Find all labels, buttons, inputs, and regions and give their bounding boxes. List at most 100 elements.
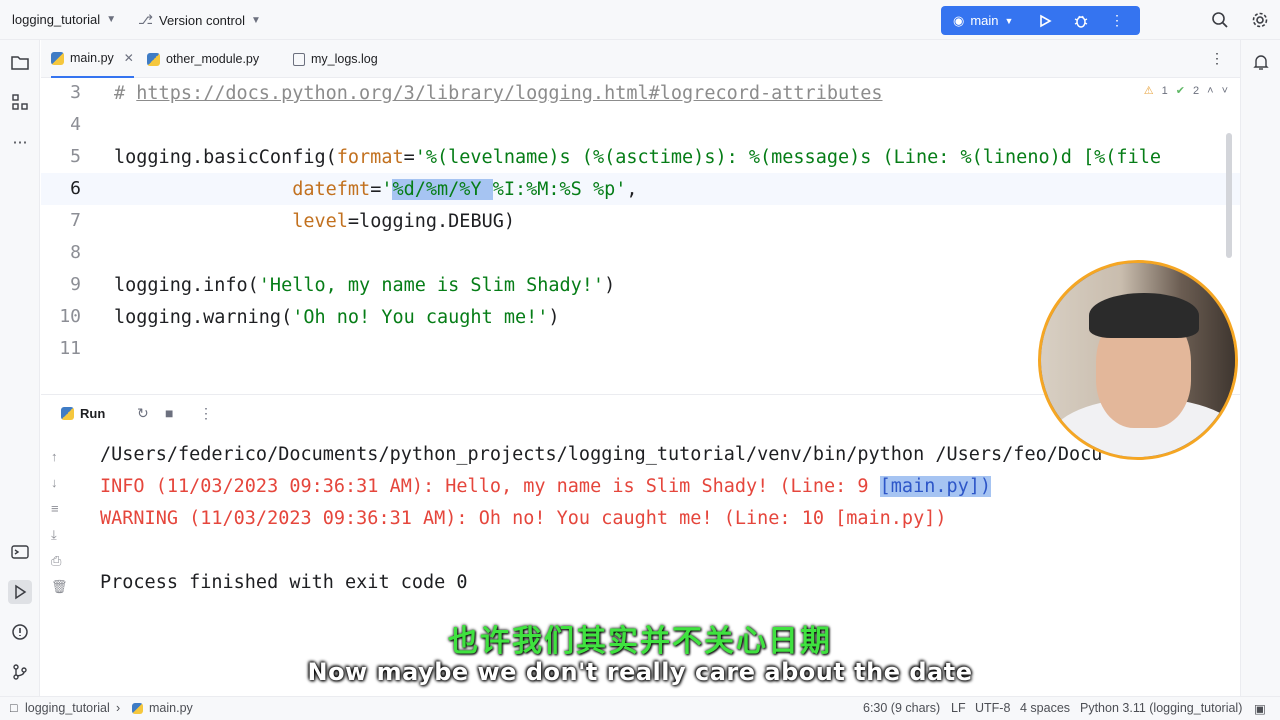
soft-wrap-icon[interactable]: ≡ [51,501,59,516]
breadcrumb-project-icon: □ [10,701,18,715]
code-line-9: logging.info('Hello, my name is Slim Sha… [114,270,615,302]
structure-tool-button[interactable] [10,92,30,112]
inspection-widget[interactable]: ⚠ 1 ✔ 2 ˄ ˅ [1143,84,1228,98]
debug-button[interactable] [1063,6,1099,35]
status-bar: □ logging_tutorial › main.py 6:30 (9 cha… [0,696,1280,720]
breadcrumb-separator: › [116,701,121,715]
stop-icon[interactable]: ■ [165,405,173,421]
chevron-down-icon: ▼ [1004,15,1014,26]
run-tool-button[interactable] [8,580,32,604]
console-command-text: /Users/federico/Documents/python_project… [100,444,1036,465]
code-operator: ) [604,275,616,296]
chevron-down-icon: ▼ [106,14,117,25]
tab-label: other_module.py [166,52,260,66]
run-config-selector[interactable]: ◉ main ▼ [941,13,1027,29]
code-string: 'Hello, my name is Slim Shady!' [258,275,605,296]
python-interpreter[interactable]: Python 3.11 (logging_tutorial) [1080,701,1242,715]
more-actions-button[interactable]: ⋮ [1099,6,1135,35]
more-horizontal-icon: ⋯ [12,134,28,151]
editor-scrollbar[interactable] [1226,133,1232,258]
code-string: '%(levelname)s (%(asctime)s): %(message)… [414,147,1161,168]
console-line-info: INFO (11/03/2023 09:36:31 AM): Hello, my… [100,471,992,503]
left-tool-window-bar: ⋯ [0,40,40,696]
chevron-down-icon[interactable]: ˅ [1222,85,1228,97]
console-line-warning: WARNING (11/03/2023 09:36:31 AM): Oh no!… [100,508,947,529]
close-icon[interactable]: ✕ [124,51,134,65]
chevron-up-icon[interactable]: ˄ [1207,85,1213,97]
line-number: 3 [70,82,81,103]
arrow-up-icon[interactable]: ↑ [51,449,58,464]
arrow-down-icon[interactable]: ↓ [51,475,58,490]
file-encoding[interactable]: UTF-8 [975,701,1010,715]
run-button[interactable] [1027,6,1063,35]
python-file-icon [132,703,143,717]
play-icon [1040,14,1052,27]
log-file-icon [293,52,305,66]
more-vertical-icon[interactable]: ⋮ [199,405,213,422]
tab-my-logs-log[interactable]: my_logs.log [293,40,378,78]
code-line-5: logging.basicConfig(format='%(levelname)… [114,142,1161,174]
chevron-down-icon: ▼ [250,14,261,26]
line-number: 4 [70,114,81,135]
webcam-overlay [1038,260,1238,460]
terminal-tool-button[interactable] [10,542,30,562]
line-number: 9 [70,274,81,295]
trash-icon[interactable]: 🗑 [51,579,68,595]
project-tool-button[interactable] [10,52,30,72]
console-output[interactable]: /Users/federico/Documents/python_project… [100,439,1102,593]
line-number: 5 [70,146,81,167]
docs-link[interactable]: https://docs.python.org/3/library/loggin… [136,83,882,104]
code-string: 'Oh no! You caught me!' [292,307,549,328]
project-selector[interactable]: logging_tutorial ▼ [12,12,116,27]
code-operator: , [626,179,638,200]
bug-icon [1074,15,1088,28]
rerun-icon[interactable]: ↻ [137,405,149,422]
vcs-label: Version control [158,12,245,28]
bell-icon [1253,55,1269,70]
code-operator: ) [548,307,560,328]
check-icon: ✔ [1175,85,1185,97]
code-keyword-arg: level [292,211,348,232]
breadcrumb-project[interactable]: logging_tutorial [25,701,110,715]
search-button[interactable] [1210,10,1230,30]
lock-icon[interactable]: ▣ [1254,701,1266,716]
comment-prefix: # [114,83,137,104]
scroll-to-end-icon[interactable]: ⤓ [51,527,57,543]
tabs-more-button[interactable]: ⋮ [1210,50,1224,67]
tab-other-module-py[interactable]: other_module.py [147,40,259,78]
breadcrumb-file[interactable]: main.py [149,701,193,715]
warning-icon: ⚠ [1143,85,1154,97]
more-tools-button[interactable]: ⋯ [10,132,30,152]
version-control-selector[interactable]: ⎇ Version control ▼ [138,12,261,28]
python-config-icon: ◉ [953,12,965,28]
warning-count: 1 [1161,84,1168,97]
title-bar: logging_tutorial ▼ ⎇ Version control ▼ ◉… [0,0,1280,40]
console-file-link[interactable]: [main.py]) [879,476,992,497]
run-tab[interactable]: Run [61,406,105,421]
caret-position[interactable]: 6:30 (9 chars) [863,701,940,715]
branch-icon: ⎇ [138,12,153,27]
indent-setting[interactable]: 4 spaces [1020,701,1070,715]
search-icon [1212,12,1228,28]
editor-tabs: main.py ✕ other_module.py my_logs.log ⋮ [41,40,1240,78]
line-number: 11 [59,338,81,359]
python-file-icon [61,407,74,420]
code-operator: = [370,179,382,200]
notifications-button[interactable] [1251,52,1271,72]
subtitle-chinese: 也许我们其实并不关心日期 [448,624,832,659]
print-icon[interactable]: ⎙ [51,553,61,569]
line-number: 10 [59,306,81,327]
settings-button[interactable] [1250,10,1270,30]
more-vertical-icon: ⋮ [1210,50,1224,66]
tab-main-py[interactable]: main.py ✕ [51,40,134,78]
code-function: logging.info( [114,275,259,296]
tab-label: main.py [70,51,114,65]
code-area: # https://docs.python.org/3/library/logg… [114,78,1161,328]
project-name: logging_tutorial [12,12,101,27]
python-file-icon [147,52,160,66]
run-tab-label: Run [80,406,106,421]
line-separator[interactable]: LF [951,701,966,715]
code-line-3: # https://docs.python.org/3/library/logg… [114,78,883,110]
